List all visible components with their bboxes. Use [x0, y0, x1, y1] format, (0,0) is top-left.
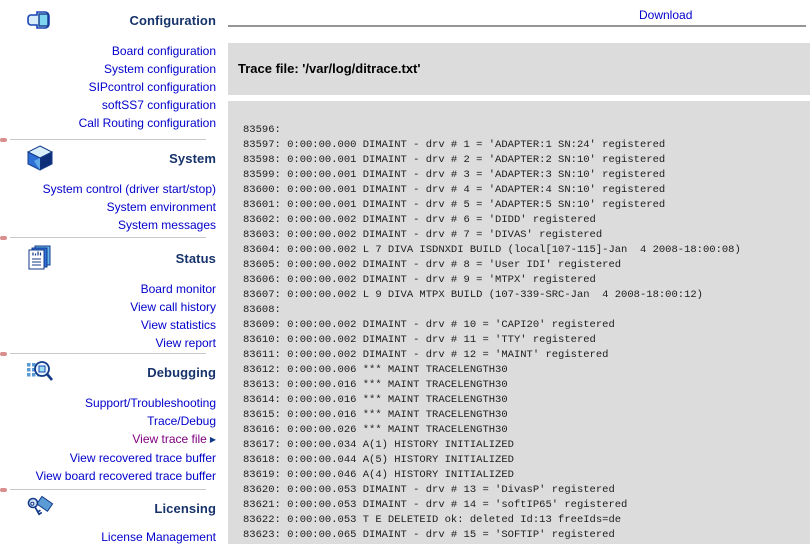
sidebar-item-label: Trace/Debug: [147, 414, 216, 428]
sidebar-item-system-configuration[interactable]: System configuration: [0, 60, 216, 78]
sidebar-item-support-troubleshooting[interactable]: Support/Troubleshooting: [0, 394, 216, 412]
section-title: Debugging: [147, 365, 216, 380]
sidebar-item-label: Board configuration: [112, 44, 216, 58]
sidebar-item-label: License Management: [101, 530, 216, 544]
section-title: Configuration: [129, 13, 216, 28]
debugging-icon: [26, 359, 54, 385]
sidebar-item-label: View recovered trace buffer: [70, 451, 216, 465]
section-configuration: Configuration Board configuration System c…: [0, 6, 216, 132]
sidebar-item-label: View trace file: [132, 432, 206, 446]
licensing-icon: [26, 495, 54, 521]
section-header: Configuration: [0, 6, 216, 34]
sidebar-item-label: SIPcontrol configuration: [89, 80, 216, 94]
section-system: System System control (driver start/stop)…: [0, 144, 216, 234]
section-header: Debugging: [0, 358, 216, 386]
sidebar-item-license-management[interactable]: License Management: [0, 528, 216, 546]
divider-red-tick: [0, 236, 7, 240]
status-icon: [26, 245, 54, 271]
sidebar-item-trace-debug[interactable]: Trace/Debug: [0, 412, 216, 430]
sidebar-item-board-monitor[interactable]: Board monitor: [0, 280, 216, 298]
sidebar-item-view-board-recovered-trace-buffer[interactable]: View board recovered trace buffer: [0, 467, 216, 485]
sidebar-item-label: View statistics: [141, 318, 216, 332]
sidebar-nav: Configuration Board configuration System c…: [0, 0, 225, 544]
sidebar-item-system-environment[interactable]: System environment: [0, 198, 216, 216]
sidebar-item-label: System environment: [107, 200, 216, 214]
system-icon: [26, 145, 54, 171]
divider-red-tick: [0, 138, 7, 142]
sidebar-item-system-messages[interactable]: System messages: [0, 216, 216, 234]
sidebar-item-label: View report: [156, 336, 216, 350]
trace-file-header: Trace file: '/var/log/ditrace.txt': [228, 43, 810, 95]
section-title: Status: [176, 251, 216, 266]
sidebar-item-view-trace-file[interactable]: View trace file ▶: [0, 430, 216, 449]
sidebar-item-view-report[interactable]: View report: [0, 334, 216, 352]
sidebar-item-call-routing-configuration[interactable]: Call Routing configuration: [0, 114, 216, 132]
trace-panel[interactable]: 83596: 83597: 0:00:00.000 DIMAINT - drv …: [228, 101, 810, 544]
trace-file-path: Trace file: '/var/log/ditrace.txt': [228, 43, 810, 76]
download-link[interactable]: Download: [639, 8, 692, 22]
section-divider: [10, 237, 206, 239]
sidebar-item-view-recovered-trace-buffer[interactable]: View recovered trace buffer: [0, 449, 216, 467]
sidebar-item-label: System configuration: [104, 62, 216, 76]
section-divider: [10, 353, 206, 355]
sidebar-item-label: Board monitor: [141, 282, 216, 296]
section-header: Licensing: [0, 494, 216, 522]
section-debugging: Debugging Support/Troubleshooting Trace/De…: [0, 358, 216, 485]
horizontal-rule: [228, 25, 806, 28]
sidebar-item-label: View call history: [130, 300, 216, 314]
active-item-arrow-icon: ▶: [210, 435, 216, 444]
divider-red-tick: [0, 488, 7, 492]
sidebar-item-view-call-history[interactable]: View call history: [0, 298, 216, 316]
section-title: Licensing: [154, 501, 216, 516]
sidebar-item-label: System messages: [118, 218, 216, 232]
sidebar-item-label: Call Routing configuration: [79, 116, 216, 130]
section-status: Status Board monitor View call history View…: [0, 244, 216, 352]
trace-output: 83596: 83597: 0:00:00.000 DIMAINT - drv …: [228, 101, 810, 544]
sidebar-item-softss7-configuration[interactable]: softSS7 configuration: [0, 96, 216, 114]
configuration-icon: [26, 7, 54, 33]
section-title: System: [169, 151, 216, 166]
sidebar-item-label: Support/Troubleshooting: [85, 396, 216, 410]
sidebar-item-board-configuration[interactable]: Board configuration: [0, 42, 216, 60]
sidebar-item-sipcontrol-configuration[interactable]: SIPcontrol configuration: [0, 78, 216, 96]
section-header: Status: [0, 244, 216, 272]
section-header: System: [0, 144, 216, 172]
divider-red-tick: [0, 352, 7, 356]
sidebar-item-label: System control (driver start/stop): [43, 182, 216, 196]
section-divider: [10, 489, 206, 491]
section-divider: [10, 139, 206, 141]
section-licensing: Licensing License Management: [0, 494, 216, 546]
sidebar-item-view-statistics[interactable]: View statistics: [0, 316, 216, 334]
sidebar-item-label: softSS7 configuration: [102, 98, 216, 112]
sidebar-item-label: View board recovered trace buffer: [36, 469, 216, 483]
sidebar-item-system-control-driver-start-stop[interactable]: System control (driver start/stop): [0, 180, 216, 198]
